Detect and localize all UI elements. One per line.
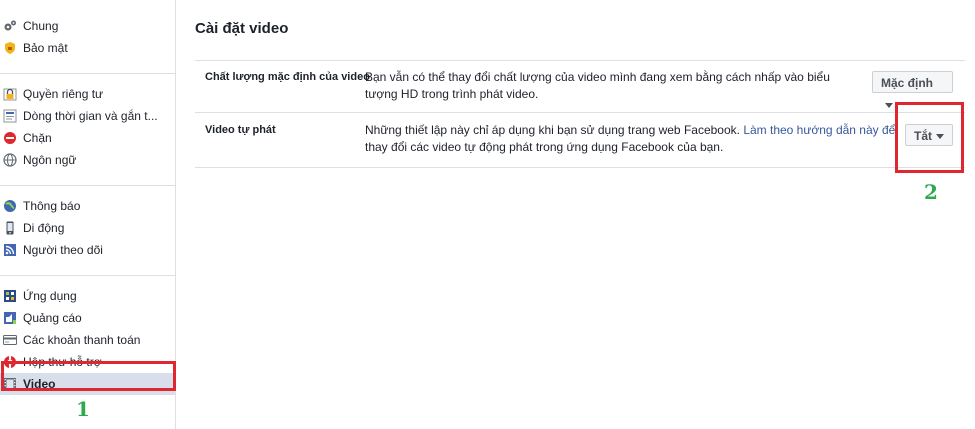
sidebar-item-privacy[interactable]: Quyền riêng tư (0, 83, 175, 105)
ads-icon (4, 312, 16, 324)
sidebar-item-apps[interactable]: Ứng dụng (0, 285, 175, 307)
gears-icon (4, 20, 16, 31)
dropdown-label: Mặc định (881, 76, 934, 90)
sidebar-item-label: Ứng dụng (23, 289, 77, 303)
sidebar-item-label: Các khoản thanh toán (23, 333, 141, 347)
block-icon (4, 132, 16, 144)
lock-icon (3, 88, 17, 101)
sidebar-item-followers[interactable]: Người theo dõi (0, 239, 175, 261)
sidebar-item-general[interactable]: Chung (0, 15, 175, 37)
credit-card-icon (3, 335, 17, 345)
help-link[interactable]: Làm theo hướng dẫn này để (743, 123, 895, 137)
sidebar-item-label: Quảng cáo (23, 311, 82, 325)
sidebar-item-label: Ngôn ngữ (23, 153, 77, 167)
nav-group-notifications: Thông báo Di động Người theo dõi (0, 195, 175, 261)
setting-description: Những thiết lập này chỉ áp dụng khi bạn … (365, 122, 895, 156)
sidebar-item-label: Dòng thời gian và gắn t... (23, 109, 158, 123)
apps-icon (4, 290, 16, 302)
sidebar-item-label: Bảo mật (23, 41, 68, 55)
mobile-icon (6, 221, 14, 235)
sidebar-item-label: Người theo dõi (23, 243, 103, 257)
sidebar-item-label: Quyền riêng tư (23, 87, 104, 101)
nav-group-privacy: Quyền riêng tư Dòng thời gian và gắn t..… (0, 83, 175, 171)
description-text: Những thiết lập này chỉ áp dụng khi bạn … (365, 123, 744, 137)
sidebar-item-mobile[interactable]: Di động (0, 217, 175, 239)
setting-label: Video tự phát (205, 124, 276, 136)
sidebar-item-notifications[interactable]: Thông báo (0, 195, 175, 217)
description-line: Bạn vẫn có thể thay đổi chất lượng của v… (365, 70, 830, 84)
sidebar-item-payments[interactable]: Các khoản thanh toán (0, 329, 175, 351)
description-line: tượng HD trong trình phát video. (365, 87, 539, 101)
sidebar-item-ads[interactable]: Quảng cáo (0, 307, 175, 329)
globe-notification-icon (4, 200, 16, 212)
caret-down-icon (885, 103, 893, 109)
sidebar-item-timeline[interactable]: Dòng thời gian và gắn t... (0, 105, 175, 127)
setting-row-autoplay: Video tự phát Những thiết lập này chỉ áp… (195, 112, 965, 168)
setting-row-default-quality: Chất lượng mặc định của video Bạn vẫn có… (195, 60, 965, 113)
sidebar-item-security[interactable]: Bảo mật (0, 37, 175, 59)
timeline-icon (3, 109, 17, 123)
annotation-marker-2: 2 (924, 180, 938, 204)
sidebar-item-label: Chung (23, 19, 59, 33)
sidebar-item-block[interactable]: Chặn (0, 127, 175, 149)
sidebar-item-label: Thông báo (23, 199, 81, 213)
rss-icon (4, 244, 16, 256)
description-line: thay đổi các video tự động phát trong ứn… (365, 140, 724, 154)
setting-label: Chất lượng mặc định của video (205, 71, 370, 83)
annotation-marker-1: 1 (76, 397, 90, 421)
page-title: Cài đặt video (195, 20, 289, 37)
highlight-box-autoplay-dropdown (895, 102, 964, 173)
nav-group-general: Chung Bảo mật (0, 15, 175, 59)
setting-description: Bạn vẫn có thể thay đổi chất lượng của v… (365, 69, 830, 103)
sidebar-item-label: Di động (23, 221, 65, 235)
globe-icon (3, 153, 17, 167)
sidebar-item-label: Chặn (23, 131, 52, 145)
sidebar-item-language[interactable]: Ngôn ngữ (0, 149, 175, 171)
highlight-box-video-nav (1, 361, 176, 391)
shield-icon (5, 42, 15, 54)
default-quality-dropdown[interactable]: Mặc định (872, 71, 953, 109)
